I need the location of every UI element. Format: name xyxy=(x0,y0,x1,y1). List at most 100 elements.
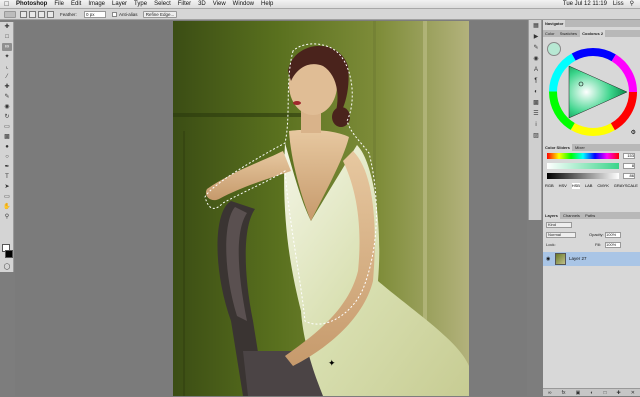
tab-coolorus[interactable]: Coolorus 2 xyxy=(580,30,606,37)
apple-menu-icon[interactable]:  xyxy=(4,0,9,9)
user-name[interactable]: Liss xyxy=(613,0,624,9)
hand-tool-icon[interactable]: ✋ xyxy=(2,203,12,211)
saturation-slider[interactable] xyxy=(547,163,619,169)
intersect-selection-icon[interactable] xyxy=(47,11,54,18)
clone-source-icon[interactable]: ◉ xyxy=(531,55,541,63)
refine-edge-button[interactable]: Refine Edge... xyxy=(143,11,177,18)
tab-layers[interactable]: Layers xyxy=(543,212,560,219)
new-layer-icon[interactable]: ✚ xyxy=(617,389,621,396)
mode-lab[interactable]: LAB xyxy=(585,183,593,189)
menu-window[interactable]: Window xyxy=(233,0,254,9)
menu-type[interactable]: Type xyxy=(134,0,147,9)
type-tool-icon[interactable]: T xyxy=(2,173,12,181)
menu-file[interactable]: File xyxy=(54,0,64,9)
menu-list: Photoshop File Edit Image Layer Type Sel… xyxy=(16,0,273,9)
mode-rgb[interactable]: RGB xyxy=(545,183,554,189)
actions-panel-icon[interactable]: ▶ xyxy=(531,33,541,41)
dodge-tool-icon[interactable]: ○ xyxy=(2,153,12,161)
brush-tool-icon[interactable]: ✎ xyxy=(2,93,12,101)
color-wheel[interactable] xyxy=(545,40,638,140)
lasso-tool-icon[interactable]: ∞ xyxy=(2,43,12,51)
tab-color[interactable]: Color xyxy=(543,30,557,37)
properties-panel-icon[interactable]: ☰ xyxy=(531,110,541,118)
menu-select[interactable]: Select xyxy=(154,0,171,9)
menu-3d[interactable]: 3D xyxy=(198,0,206,9)
new-group-icon[interactable]: □ xyxy=(603,389,606,396)
marquee-tool-icon[interactable]: □ xyxy=(2,33,12,41)
character-panel-icon[interactable]: A xyxy=(531,66,541,74)
link-layers-icon[interactable]: ∞ xyxy=(548,389,552,396)
styles-panel-icon[interactable]: ▩ xyxy=(531,99,541,107)
adjustment-layer-icon[interactable]: ◐ xyxy=(590,389,593,396)
history-panel-icon[interactable]: ▦ xyxy=(531,22,541,30)
histogram-panel-icon[interactable]: ▨ xyxy=(531,132,541,140)
layer-style-icon[interactable]: fx xyxy=(562,389,566,396)
new-selection-icon[interactable] xyxy=(20,11,27,18)
mode-hsb[interactable]: HSB xyxy=(571,183,580,189)
tab-channels[interactable]: Channels xyxy=(561,212,582,219)
info-panel-icon[interactable]: i xyxy=(531,121,541,129)
tab-swatches[interactable]: Swatches xyxy=(558,30,579,37)
subtract-selection-icon[interactable] xyxy=(38,11,45,18)
paragraph-panel-icon[interactable]: ¶ xyxy=(531,77,541,85)
gradient-tool-icon[interactable]: ▩ xyxy=(2,133,12,141)
layer-kind-filter[interactable]: Kind xyxy=(546,222,572,228)
tab-color-sliders[interactable]: Color Sliders xyxy=(543,144,572,151)
mode-grayscale[interactable]: GRAYSCALE xyxy=(614,183,638,189)
menu-filter[interactable]: Filter xyxy=(178,0,191,9)
eyedropper-tool-icon[interactable]: ⁄ xyxy=(2,73,12,81)
tool-preset-picker[interactable] xyxy=(4,11,16,18)
antialias-checkbox[interactable] xyxy=(112,12,117,17)
add-mask-icon[interactable]: ▣ xyxy=(576,389,581,396)
fill-field[interactable]: 100% xyxy=(605,242,621,248)
menu-edit[interactable]: Edit xyxy=(71,0,81,9)
brush-presets-icon[interactable]: ✎ xyxy=(531,44,541,52)
quick-select-tool-icon[interactable]: ✦ xyxy=(2,53,12,61)
move-tool-icon[interactable]: ✚ xyxy=(2,23,12,31)
mode-cmyk[interactable]: CMYK xyxy=(597,183,609,189)
brightness-slider[interactable] xyxy=(547,173,619,179)
layers-bottom-bar: ∞ fx ▣ ◐ □ ✚ ✕ xyxy=(543,388,640,396)
visibility-eye-icon[interactable]: ◉ xyxy=(546,256,552,262)
menu-layer[interactable]: Layer xyxy=(112,0,127,9)
delete-layer-icon[interactable]: ✕ xyxy=(631,389,635,396)
navigator-tabs: Navigator xyxy=(543,20,640,27)
healing-tool-icon[interactable]: ✚ xyxy=(2,83,12,91)
hue-value[interactable]: 153 xyxy=(623,153,635,159)
tab-mixer[interactable]: Mixer xyxy=(573,144,587,151)
menu-bar:  Photoshop File Edit Image Layer Type S… xyxy=(0,0,640,9)
shape-tool-icon[interactable]: ▭ xyxy=(2,193,12,201)
menu-image[interactable]: Image xyxy=(88,0,105,9)
zoom-tool-icon[interactable]: ⚲ xyxy=(2,213,12,221)
adjustments-panel-icon[interactable]: ◐ xyxy=(531,88,541,96)
hue-slider[interactable] xyxy=(547,153,619,159)
wheel-options-icon[interactable]: ⚙ xyxy=(631,129,636,136)
blur-tool-icon[interactable]: ● xyxy=(2,143,12,151)
layer-row[interactable]: ◉ Layer 27 xyxy=(543,252,640,266)
clone-tool-icon[interactable]: ◉ xyxy=(2,103,12,111)
background-color-swatch[interactable] xyxy=(5,250,13,258)
saturation-value[interactable]: 8 xyxy=(623,163,635,169)
tab-navigator[interactable]: Navigator xyxy=(543,20,566,27)
tab-paths[interactable]: Paths xyxy=(583,212,597,219)
pen-tool-icon[interactable]: ✒ xyxy=(2,163,12,171)
spotlight-icon[interactable]: ⚲ xyxy=(630,0,634,9)
menu-view[interactable]: View xyxy=(213,0,226,9)
crop-tool-icon[interactable]: ⌞ xyxy=(2,63,12,71)
eraser-tool-icon[interactable]: ▭ xyxy=(2,123,12,131)
document-canvas[interactable]: ✦ xyxy=(173,21,469,396)
canvas-area[interactable]: ✦ xyxy=(15,21,527,396)
menu-help[interactable]: Help xyxy=(261,0,273,9)
layer-name[interactable]: Layer 27 xyxy=(569,252,587,266)
history-brush-tool-icon[interactable]: ↻ xyxy=(2,113,12,121)
menu-app-name[interactable]: Photoshop xyxy=(16,0,47,9)
opacity-field[interactable]: 100% xyxy=(605,232,621,238)
feather-field[interactable]: 0 px xyxy=(84,11,106,18)
blend-mode-select[interactable]: Normal xyxy=(546,232,576,238)
quick-mask-icon[interactable]: ◯ xyxy=(2,263,12,271)
path-select-tool-icon[interactable]: ➤ xyxy=(2,183,12,191)
mode-hsv[interactable]: HSV xyxy=(559,183,567,189)
add-selection-icon[interactable] xyxy=(29,11,36,18)
brightness-value[interactable]: 86 xyxy=(623,173,635,179)
antialias-label: Anti-alias xyxy=(119,12,138,17)
